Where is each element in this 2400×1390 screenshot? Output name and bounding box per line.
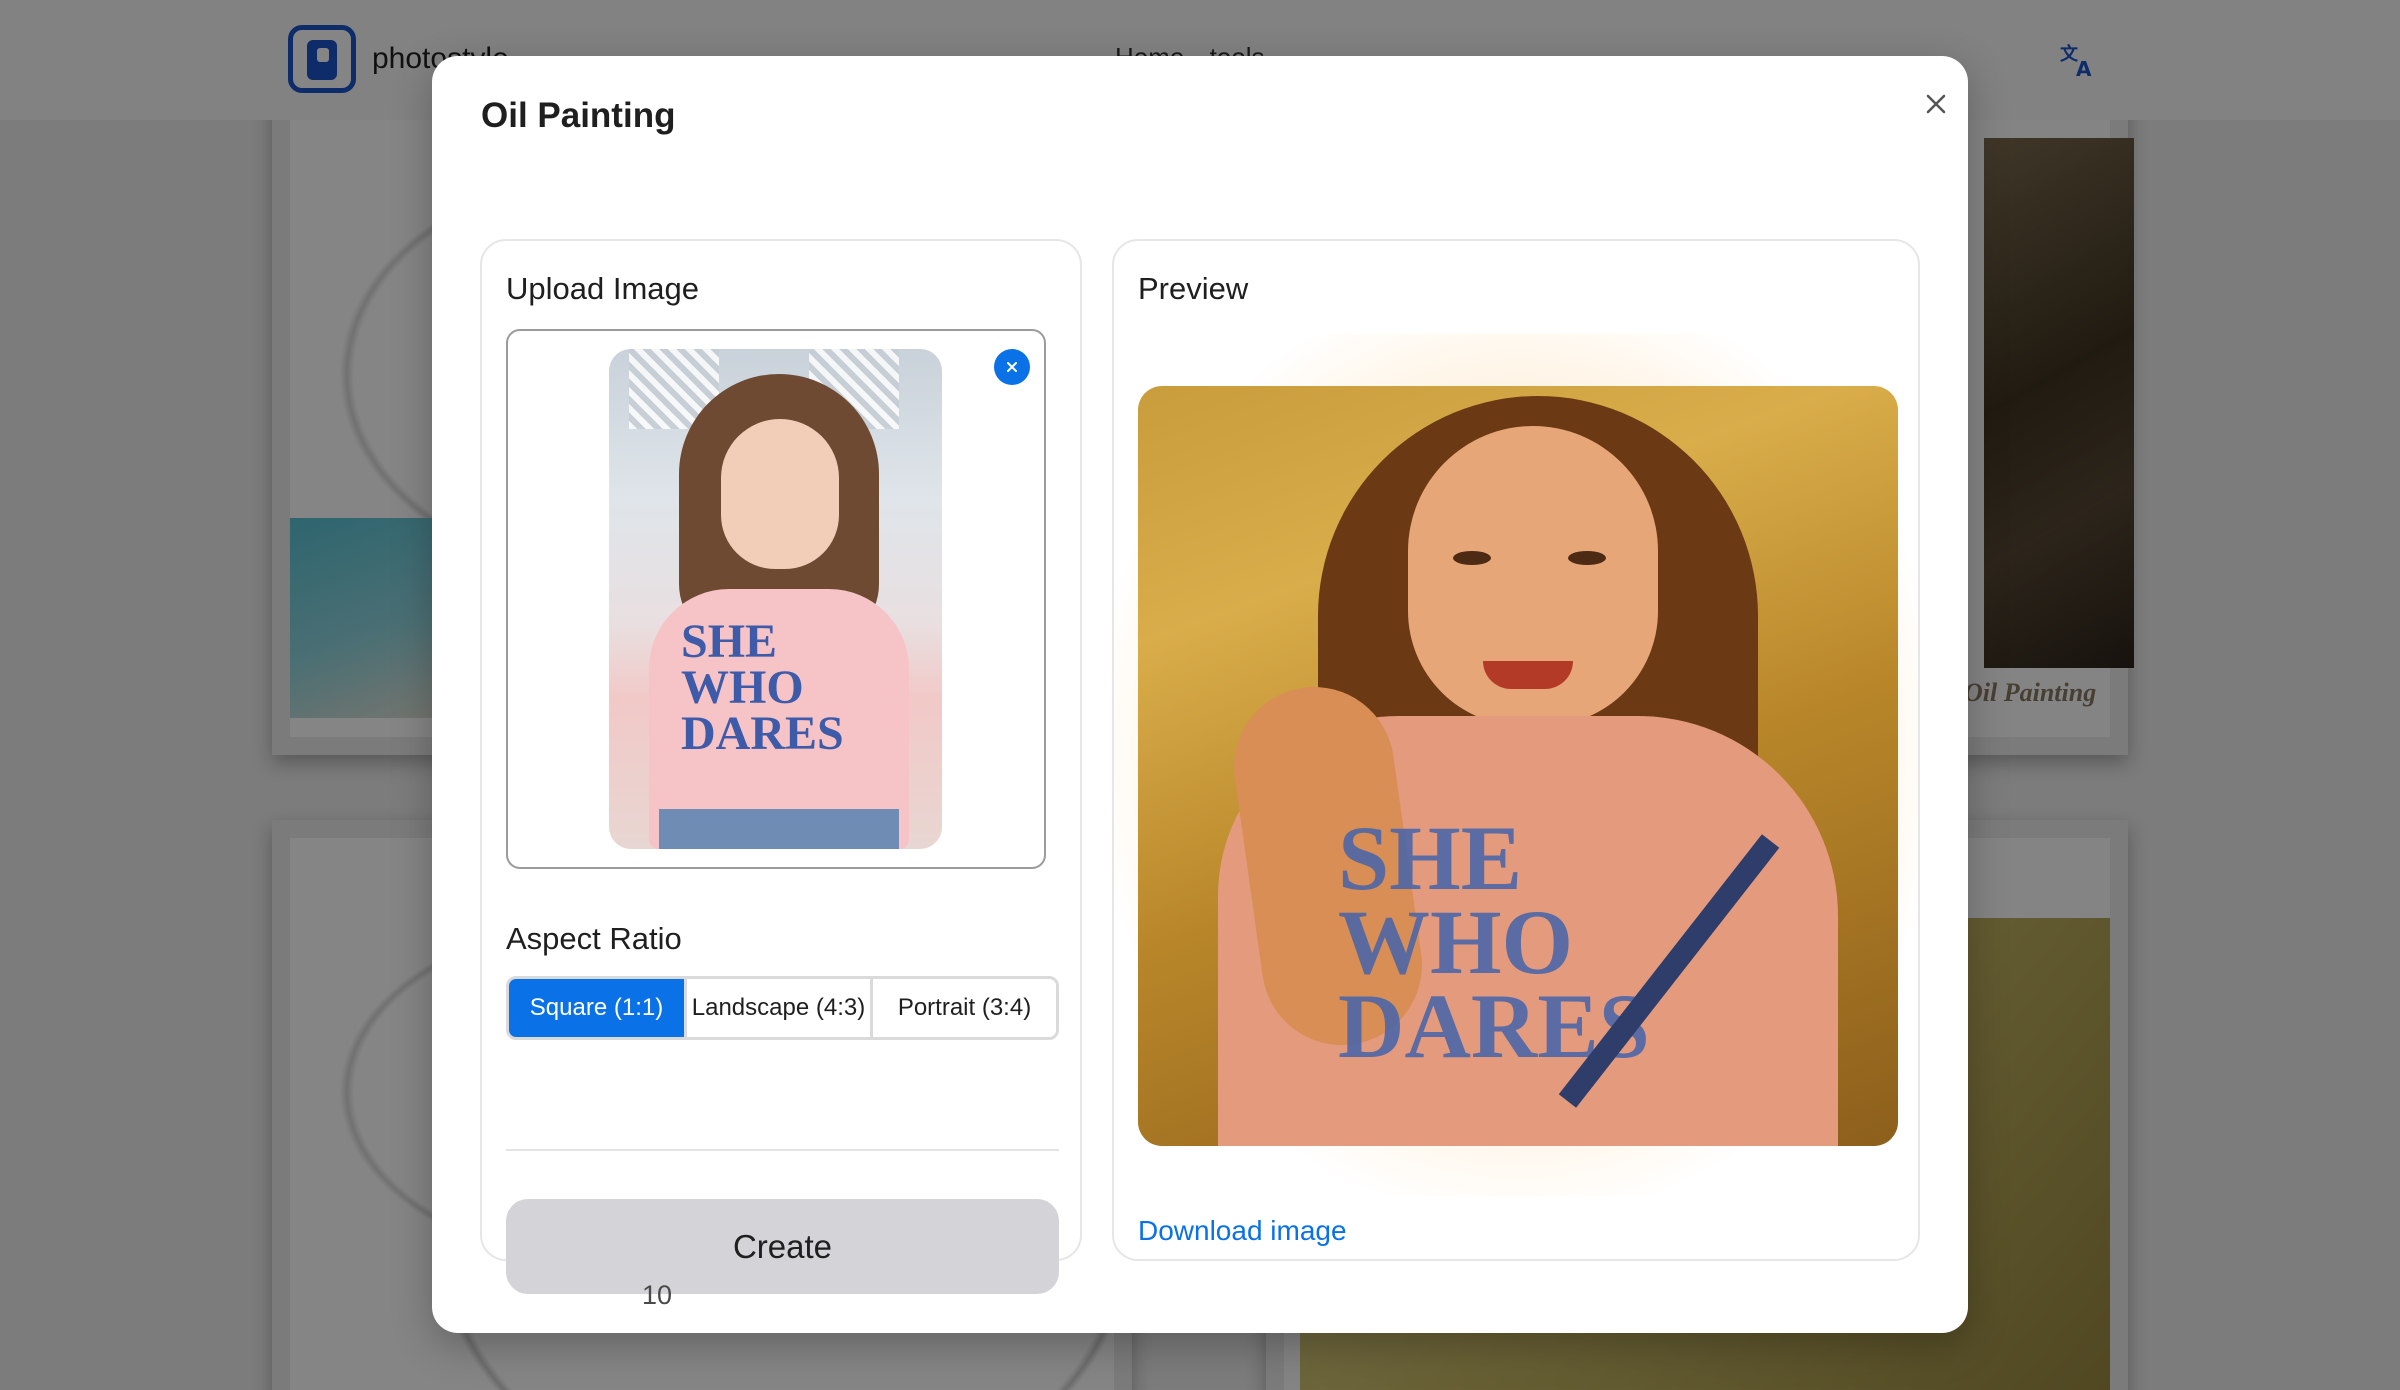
close-icon	[1926, 94, 1946, 114]
preview-label: Preview	[1138, 271, 1249, 306]
aspect-landscape-button[interactable]: Landscape (4:3)	[687, 979, 873, 1037]
modal-title: Oil Painting	[481, 96, 676, 135]
usage-count: 10	[642, 1280, 673, 1310]
oil-painting-result-image: SHE WHO DARES	[1138, 386, 1898, 1146]
oil-painting-modal: Oil Painting Upload Image SHE WHO DARES …	[432, 56, 1968, 1333]
aspect-ratio-label: Aspect Ratio	[506, 921, 682, 956]
download-image-link[interactable]: Download image	[1138, 1215, 1347, 1247]
create-button[interactable]: Create	[506, 1199, 1059, 1294]
preview-card: Preview SHE WHO DARES Download image	[1112, 239, 1920, 1261]
upload-image-label: Upload Image	[506, 271, 700, 306]
thumbnail-shirt-text: SHE WHO DARES	[681, 615, 844, 760]
divider	[506, 1149, 1059, 1151]
close-button[interactable]	[1912, 80, 1960, 128]
aspect-portrait-button[interactable]: Portrait (3:4)	[873, 979, 1056, 1037]
remove-image-button[interactable]	[994, 349, 1030, 385]
close-icon	[1007, 362, 1017, 372]
preview-area: SHE WHO DARES	[1114, 334, 1918, 1196]
painting-shirt-text: SHE WHO DARES	[1338, 807, 1650, 1077]
uploaded-image-thumbnail: SHE WHO DARES	[609, 349, 942, 849]
upload-dropzone[interactable]: SHE WHO DARES	[506, 329, 1046, 869]
aspect-ratio-selector: Square (1:1) Landscape (4:3) Portrait (3…	[506, 976, 1059, 1040]
upload-card: Upload Image SHE WHO DARES Aspect Ratio …	[480, 239, 1082, 1294]
aspect-square-button[interactable]: Square (1:1)	[509, 979, 687, 1037]
